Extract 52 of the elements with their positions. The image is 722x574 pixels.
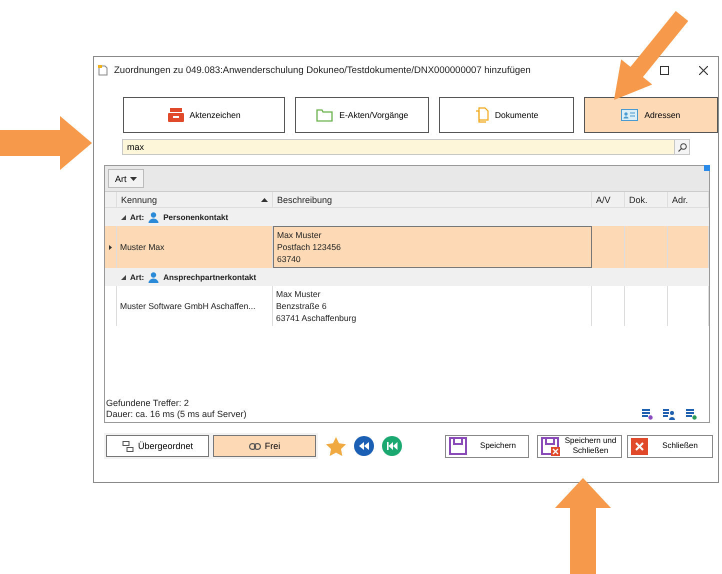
group-row[interactable]: Art: Personenkontakt xyxy=(105,208,709,226)
search-field[interactable]: max xyxy=(122,139,675,155)
link-icon xyxy=(248,442,261,450)
corner-marker-icon xyxy=(704,165,710,171)
cabinet-icon xyxy=(168,108,184,122)
expand-icon[interactable] xyxy=(121,214,126,220)
close-icon xyxy=(631,438,648,454)
action-button[interactable]: Schließen xyxy=(627,434,713,458)
table-cell: Muster Software GmbH Aschaffen... xyxy=(117,286,273,326)
search-icon[interactable] xyxy=(675,139,690,155)
column-header[interactable]: Dok. xyxy=(625,192,668,207)
table-cell: Max Muster Benzstraße 6 63741 Aschaffenburg xyxy=(273,286,592,326)
person-icon xyxy=(148,272,160,282)
filter-button[interactable]: Übergeordnet xyxy=(106,435,209,457)
table-cell: Max Muster Postfach 123456 63740 xyxy=(273,226,592,268)
category-button[interactable]: Dokumente xyxy=(439,97,574,133)
document-icon xyxy=(98,64,108,76)
category-button[interactable]: Aktenzeichen xyxy=(123,97,286,133)
category-button[interactable]: Adressen xyxy=(584,97,718,133)
skip-back-icon[interactable] xyxy=(382,436,402,456)
expand-icon[interactable] xyxy=(121,274,126,280)
maximize-icon[interactable] xyxy=(660,66,669,74)
person-icon xyxy=(148,212,160,222)
column-header[interactable]: Beschreibung xyxy=(273,192,592,207)
row-pointer-icon xyxy=(109,244,112,250)
caret-icon xyxy=(130,176,137,180)
action-button[interactable]: Speichern und Schließen xyxy=(537,434,622,458)
category-button[interactable]: E-Akten/Vorgänge xyxy=(295,97,430,133)
status-text: Gefundene Treffer: 2 xyxy=(106,398,190,409)
column-header[interactable]: A/V xyxy=(592,192,625,207)
group-label: Art: xyxy=(130,272,144,282)
group-label: Art: xyxy=(130,212,144,222)
group-row[interactable]: Art: Ansprechpartnerkontakt xyxy=(105,268,709,286)
rewind-icon[interactable] xyxy=(354,436,374,456)
status-text: Dauer: ca. 16 ms (5 ms auf Server) xyxy=(106,409,248,420)
folder-icon xyxy=(316,108,334,122)
sort-ascending-icon xyxy=(261,198,268,202)
group-value: Ansprechpartnerkontakt xyxy=(163,272,256,282)
contact-card-icon xyxy=(621,109,638,121)
star-icon[interactable] xyxy=(326,436,346,456)
column-header[interactable]: Kennung xyxy=(117,192,273,207)
window-title: Zuordnungen zu 049.083:Anwenderschulung Dokuneo/Testdokumente/DNX000000007 hinzufügen xyxy=(114,64,531,76)
documents-icon xyxy=(474,107,489,123)
filter-button[interactable]: Frei xyxy=(213,435,316,457)
user-list-icon[interactable] xyxy=(663,408,675,420)
close-icon[interactable] xyxy=(699,66,708,74)
action-button[interactable]: Speichern xyxy=(445,434,529,458)
table-row[interactable]: Muster Max Max Muster Postfach 123456 63740 xyxy=(105,226,709,268)
column-header[interactable]: Adr. xyxy=(668,192,709,207)
hierarchy-icon xyxy=(122,440,134,452)
group-by-button[interactable]: Art xyxy=(108,169,144,188)
group-value: Personenkontakt xyxy=(163,212,228,222)
